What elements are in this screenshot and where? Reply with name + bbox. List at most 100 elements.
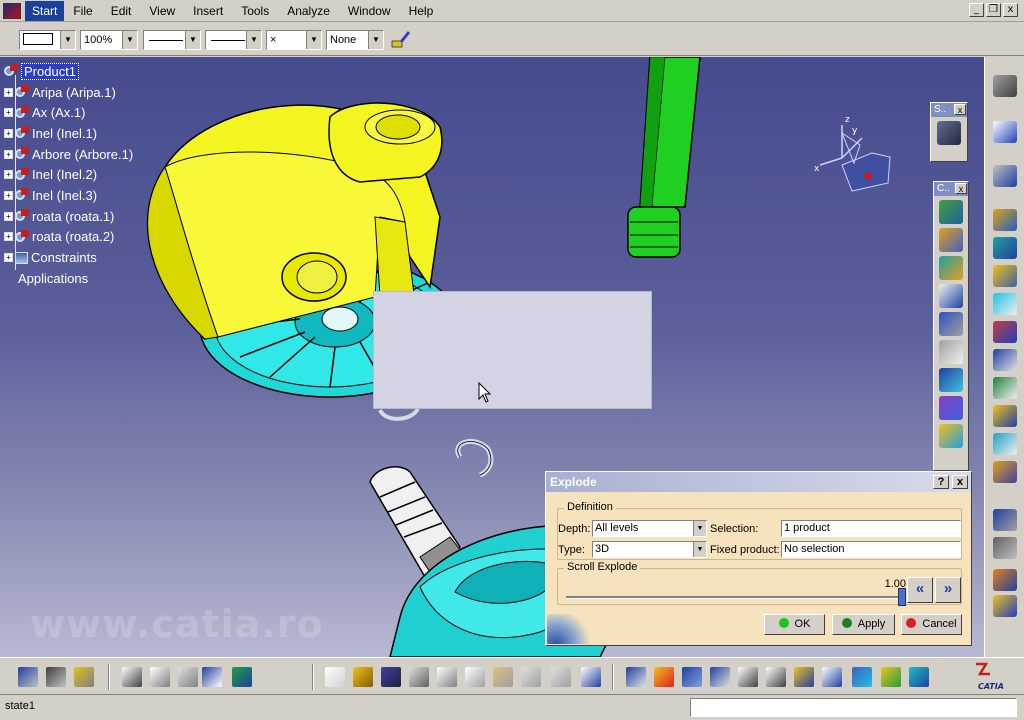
menu-window[interactable]: Window [339,1,400,21]
tree-item[interactable]: + roata (roata.1) [4,206,133,227]
paste-icon[interactable] [493,667,513,687]
explode-icon[interactable] [939,396,963,420]
new-component-icon[interactable] [939,228,963,252]
tree-root-row[interactable]: Product1 [4,61,133,82]
expand-icon[interactable]: + [4,190,13,200]
type-select[interactable]: 3D ▼ [592,541,707,558]
menu-tools[interactable]: Tools [232,1,278,21]
tree-item[interactable]: + Inel (Inel.3) [4,185,133,206]
swap-visible-space-icon[interactable] [909,667,929,687]
compass-tool-icon[interactable] [993,595,1017,617]
3d-viewport[interactable]: Product1 + Aripa (Aripa.1) + Ax (Ax.1) + In… [0,57,984,657]
expand-icon[interactable]: + [4,253,13,263]
tree-item[interactable]: + roata (roata.2) [4,227,133,248]
restore-button[interactable]: ❐ [986,3,1001,17]
ok-button[interactable]: OK [764,614,825,635]
tree-root-label[interactable]: Product1 [21,62,80,80]
render-style-icon[interactable] [852,667,872,687]
new-part-icon[interactable] [939,284,963,308]
manage-representations-icon[interactable] [993,349,1017,371]
tree-item[interactable]: + Aripa (Aripa.1) [4,82,133,103]
equivalent-dimensions-icon[interactable] [232,667,252,687]
open-file-icon[interactable] [353,667,373,687]
tree-item-applications[interactable]: Applications [4,268,133,289]
clash-icon[interactable] [993,537,1017,559]
slider-thumb[interactable] [898,588,906,606]
rewind-button[interactable]: « [907,577,933,603]
comment-icon[interactable] [150,667,170,687]
gears-icon[interactable] [993,75,1017,97]
whats-this-icon[interactable] [581,667,601,687]
pan-icon[interactable] [682,667,702,687]
knowledge-icon[interactable] [178,667,198,687]
existing-component-icon[interactable] [939,200,963,224]
tree-item-label[interactable]: Inel (Inel.1) [32,126,97,141]
fast-forward-button[interactable]: » [935,577,961,603]
product-structure-icon[interactable] [993,209,1017,231]
fly-mode-icon[interactable] [626,667,646,687]
tree-item-constraints[interactable]: + Constraints [4,247,133,268]
redo-icon[interactable] [551,667,571,687]
text-annotation-icon[interactable] [993,377,1017,399]
cut-icon[interactable] [437,667,457,687]
tree-item-label[interactable]: Inel (Inel.3) [32,188,97,203]
transparency-combo[interactable]: 100% ▼ [80,30,138,50]
design-table-icon[interactable] [202,667,222,687]
tree-item[interactable]: + Ax (Ax.1) [4,102,133,123]
zoom-in-icon[interactable] [738,667,758,687]
sectioning-icon[interactable] [993,569,1017,591]
layer-combo[interactable]: None ▼ [326,30,384,50]
normal-view-icon[interactable] [794,667,814,687]
tree-item-label[interactable]: roata (roata.1) [32,209,114,224]
menu-analyze[interactable]: Analyze [278,1,339,21]
expand-icon[interactable]: + [4,108,13,118]
tree-item-label[interactable]: roata (roata.2) [32,229,114,244]
graph-tree-icon[interactable] [993,265,1017,287]
measure-item-icon[interactable] [46,667,66,687]
close-button[interactable]: x [1003,3,1018,17]
depth-select[interactable]: All levels ▼ [592,520,707,537]
tree-item-label[interactable]: Aripa (Aripa.1) [32,85,116,100]
view-selection-icon[interactable] [822,667,842,687]
close-icon[interactable]: x [954,104,966,115]
expand-icon[interactable]: + [4,232,13,242]
measure-icon[interactable] [993,509,1017,531]
formula-icon[interactable] [122,667,142,687]
fit-all-icon[interactable] [654,667,674,687]
scroll-explode-slider[interactable] [566,596,902,599]
expand-icon[interactable]: + [4,87,13,97]
command-input[interactable] [690,698,1017,717]
fast-multi-instantiation-icon[interactable] [993,433,1017,455]
offset-constraint-icon[interactable] [939,368,963,392]
tree-item-label[interactable]: Constraints [31,250,97,265]
menu-insert[interactable]: Insert [184,1,232,21]
menu-view[interactable]: View [140,1,184,21]
tree-item-label[interactable]: Applications [18,271,88,286]
anchor-icon[interactable] [939,312,963,336]
catalog-icon[interactable] [937,121,961,145]
menu-file[interactable]: File [64,1,101,21]
tree-item[interactable]: + Arbore (Arbore.1) [4,144,133,165]
measure-between-icon[interactable] [18,667,38,687]
line-type-combo[interactable]: ▼ [205,30,262,50]
new-file-icon[interactable] [325,667,345,687]
measure-inertia-icon[interactable] [74,667,94,687]
menu-edit[interactable]: Edit [102,1,141,21]
close-icon[interactable]: x [955,183,967,194]
symmetry-icon[interactable] [993,461,1017,483]
tree-item[interactable]: + Inel (Inel.1) [4,123,133,144]
cancel-button[interactable]: Cancel [901,614,962,635]
select-arrow-icon[interactable] [993,121,1017,143]
paperclip-icon[interactable] [939,340,963,364]
menu-help[interactable]: Help [400,1,443,21]
apply-button[interactable]: Apply [832,614,895,635]
expand-icon[interactable]: + [4,211,13,221]
generate-numbering-icon[interactable] [993,293,1017,315]
zoom-out-icon[interactable] [766,667,786,687]
compass-icon[interactable]: z y x [812,113,902,203]
minimize-button[interactable]: _ [969,3,984,17]
selection-field[interactable]: 1 product [781,520,961,537]
catia-app-icon[interactable] [3,2,21,19]
tree-item[interactable]: + Inel (Inel.2) [4,164,133,185]
line-thickness-combo[interactable]: ▼ [143,30,201,50]
